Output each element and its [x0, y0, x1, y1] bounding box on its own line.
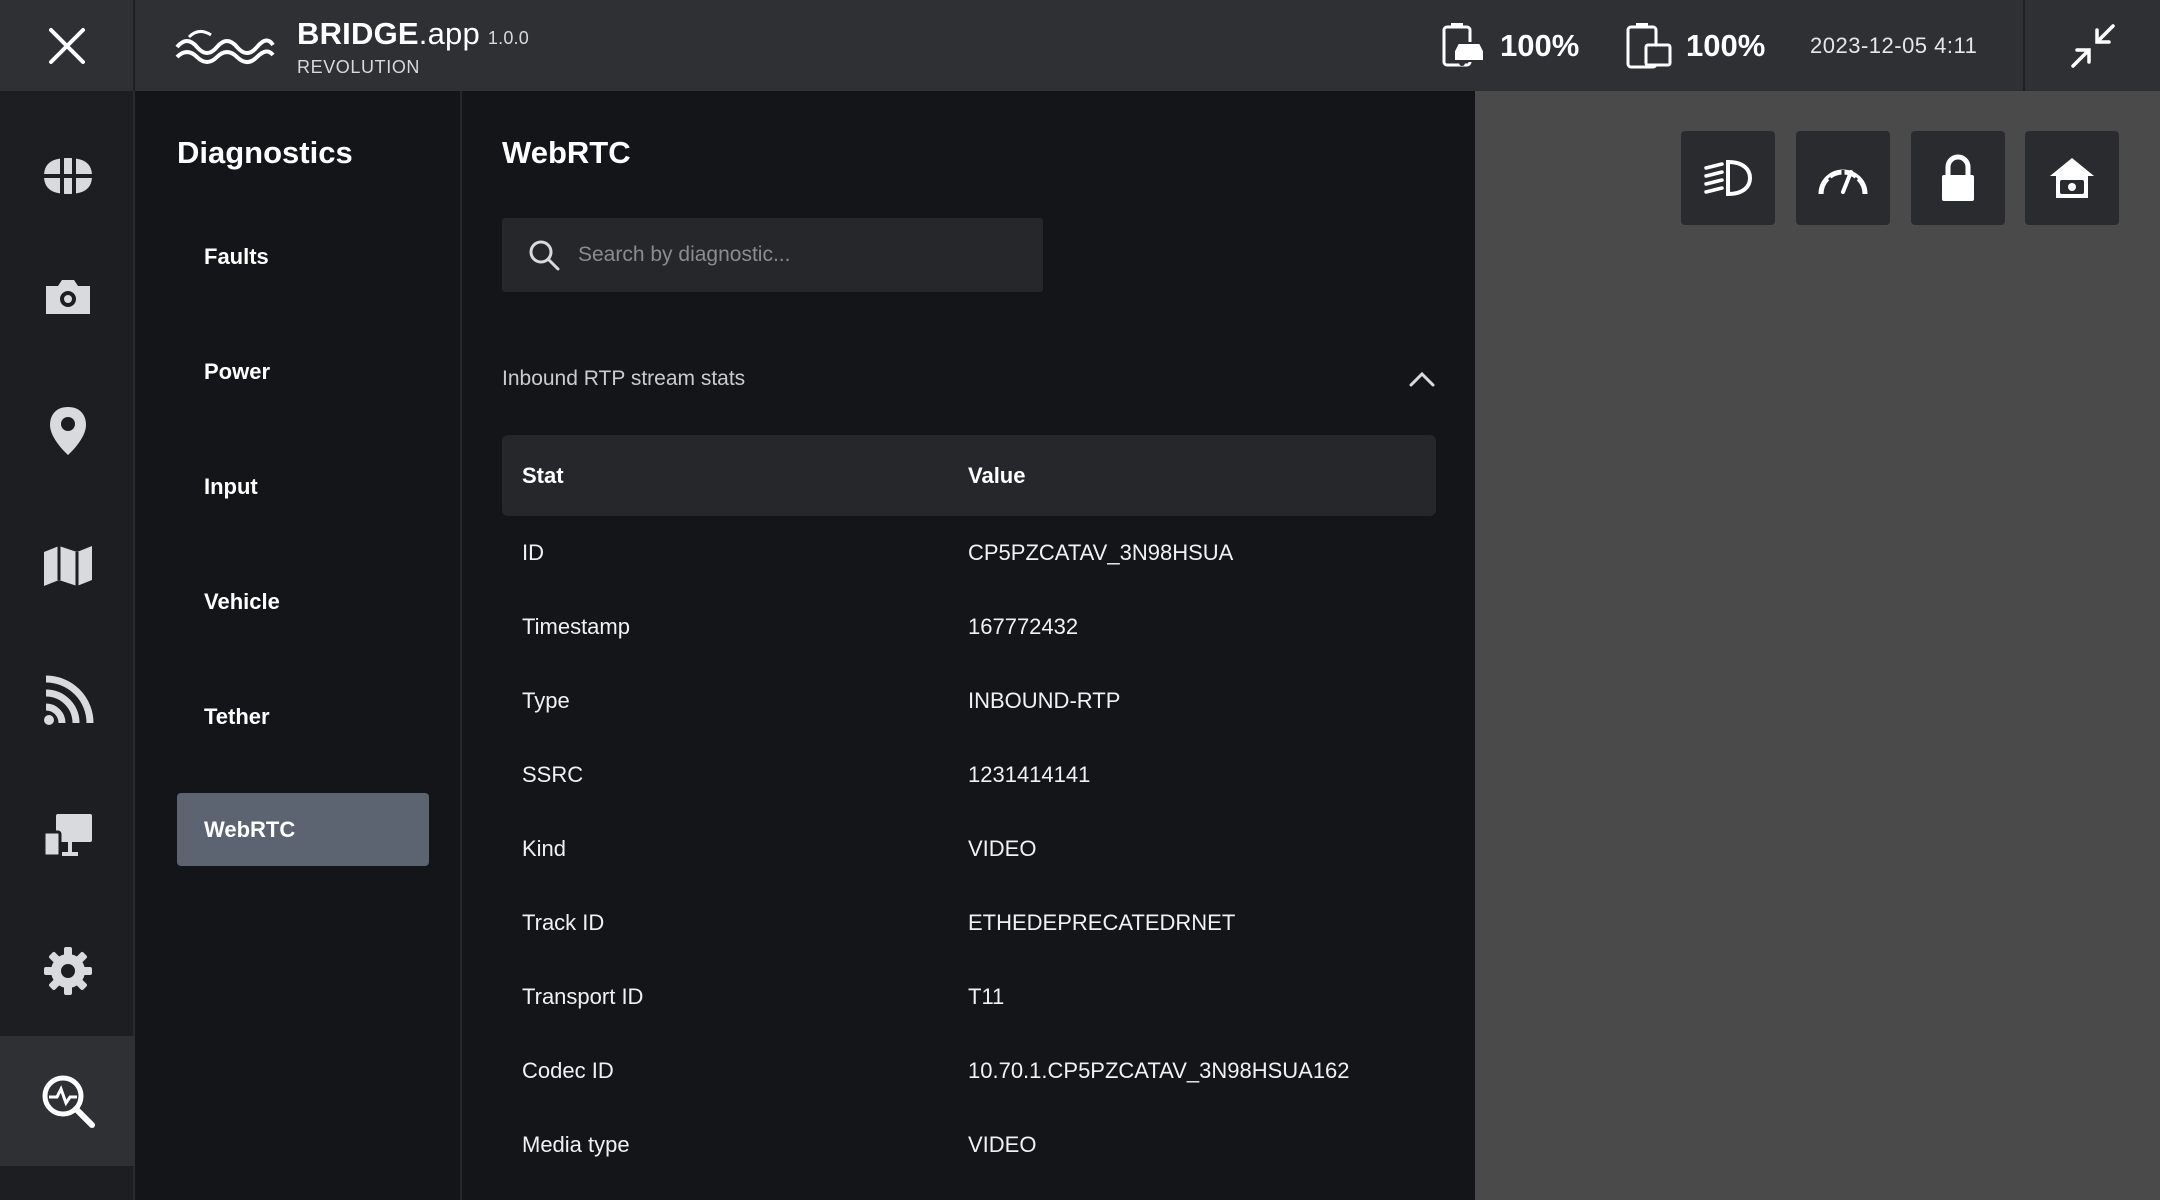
search-icon [528, 239, 560, 271]
stat-cell: ID [522, 540, 544, 565]
headlight-icon [1702, 156, 1754, 200]
value-cell: VIDEO [968, 1132, 1037, 1157]
home-camera-icon [2046, 154, 2098, 202]
lock-button[interactable] [1911, 131, 2005, 225]
minimize-icon [2069, 22, 2117, 70]
brand: BRIDGE.app 1.0.0 REVOLUTION [175, 12, 529, 82]
camera-icon [42, 274, 94, 318]
rail-item-settings[interactable] [0, 906, 135, 1036]
search-input[interactable] [576, 242, 1020, 268]
steering-icon [40, 154, 96, 198]
stat-cell: Track ID [522, 910, 605, 935]
headlight-button[interactable] [1681, 131, 1775, 225]
vehicle-battery-status: 100% [1438, 0, 1579, 91]
rail-item-display[interactable] [0, 771, 135, 901]
table-row: ID CP5PZCATAV_3N98HSUA [502, 516, 1436, 590]
diagnostics-icon [40, 1073, 96, 1129]
stat-cell: Codec ID [522, 1058, 614, 1083]
waves-logo-icon [175, 25, 275, 69]
icon-rail [0, 91, 135, 1200]
value-cell: VIDEO [968, 836, 1037, 861]
table-row: Timestamp 167772432 [502, 590, 1436, 664]
nav-item-input[interactable]: Input [177, 450, 429, 523]
video-panel [1475, 91, 2160, 1200]
rail-item-location[interactable] [0, 366, 135, 496]
vehicle-battery-icon [1438, 21, 1488, 71]
nav-item-webrtc[interactable]: WebRTC [177, 793, 429, 866]
rail-item-map[interactable] [0, 501, 135, 631]
nav-item-faults[interactable]: Faults [177, 220, 429, 293]
vehicle-battery-percent: 100% [1500, 27, 1580, 63]
stat-cell: Transport ID [522, 984, 644, 1009]
datetime: 2023-12-05 4:11 [1810, 32, 1978, 58]
table-row: Codec ID 10.70.1.CP5PZCATAV_3N98HSUA162 [502, 1034, 1436, 1108]
speedometer-icon [1815, 156, 1871, 200]
value-cell: ETHEDEPRECATEDRNET [968, 910, 1236, 935]
lock-icon [1938, 153, 1978, 203]
search-box[interactable] [502, 218, 1043, 292]
minimize-button[interactable] [2023, 0, 2160, 91]
close-button[interactable] [0, 0, 135, 91]
tablet-battery-percent: 100% [1686, 27, 1766, 63]
value-cell: T11 [968, 984, 1005, 1009]
map-icon [42, 544, 94, 588]
table-row: Media type VIDEO [502, 1108, 1436, 1182]
nav-title: Diagnostics [177, 135, 353, 170]
table-row: Transport ID T11 [502, 960, 1436, 1034]
stat-cell: Kind [522, 836, 567, 861]
value-cell: 167772432 [968, 614, 1079, 639]
nav-item-power[interactable]: Power [177, 335, 429, 408]
table-row: SSRC 1231414141 [502, 738, 1436, 812]
value-cell: 10.70.1.CP5PZCATAV_3N98HSUA162 [968, 1058, 1350, 1083]
tablet-battery-icon [1624, 21, 1674, 71]
tablet-battery-status: 100% [1624, 0, 1765, 91]
column-header-stat: Stat [522, 462, 564, 488]
chevron-up-icon[interactable] [1408, 370, 1436, 388]
value-cell: CP5PZCATAV_3N98HSUA [968, 540, 1234, 565]
stat-cell: SSRC [522, 762, 584, 787]
rail-item-drive[interactable] [0, 111, 135, 241]
section-header-inbound-rtp[interactable]: Inbound RTP stream stats [502, 361, 1436, 397]
location-pin-icon [46, 405, 90, 457]
gear-icon [43, 946, 93, 996]
table-header: Stat Value [502, 435, 1436, 516]
main-panel: WebRTC Inbound RTP stream stats Stat Val… [462, 91, 1475, 1200]
section-title: Inbound RTP stream stats [502, 367, 746, 390]
rail-item-diagnostics[interactable] [0, 1036, 135, 1166]
column-header-value: Value [968, 462, 1026, 488]
home-camera-button[interactable] [2025, 131, 2119, 225]
top-bar: BRIDGE.app 1.0.0 REVOLUTION 100% 100% 202… [0, 0, 2160, 91]
stats-table: Stat Value ID CP5PZCATAV_3N98HSUA Timesta… [502, 435, 1436, 1182]
speed-button[interactable] [1796, 131, 1890, 225]
display-icon [42, 812, 94, 860]
nav-item-vehicle[interactable]: Vehicle [177, 565, 429, 638]
app-version: 1.0.0 [487, 27, 529, 48]
value-cell: INBOUND-RTP [968, 688, 1121, 713]
app-title: BRIDGE.app 1.0.0 [297, 15, 529, 51]
nav-item-tether[interactable]: Tether [177, 680, 429, 753]
value-cell: 1231414141 [968, 762, 1091, 787]
table-row: Track ID ETHEDEPRECATEDRNET [502, 886, 1436, 960]
signal-icon [42, 675, 94, 727]
page-title: WebRTC [502, 135, 631, 170]
close-icon [47, 26, 87, 66]
rail-item-stream[interactable] [0, 636, 135, 766]
app-subtitle: REVOLUTION [297, 56, 421, 77]
rail-item-camera[interactable] [0, 231, 135, 361]
stat-cell: Type [522, 688, 570, 713]
table-row: Type INBOUND-RTP [502, 664, 1436, 738]
stat-cell: Timestamp [522, 614, 630, 639]
diagnostics-nav: Diagnostics Faults Power Input Vehicle T… [135, 91, 462, 1200]
stat-cell: Media type [522, 1132, 630, 1157]
table-row: Kind VIDEO [502, 812, 1436, 886]
